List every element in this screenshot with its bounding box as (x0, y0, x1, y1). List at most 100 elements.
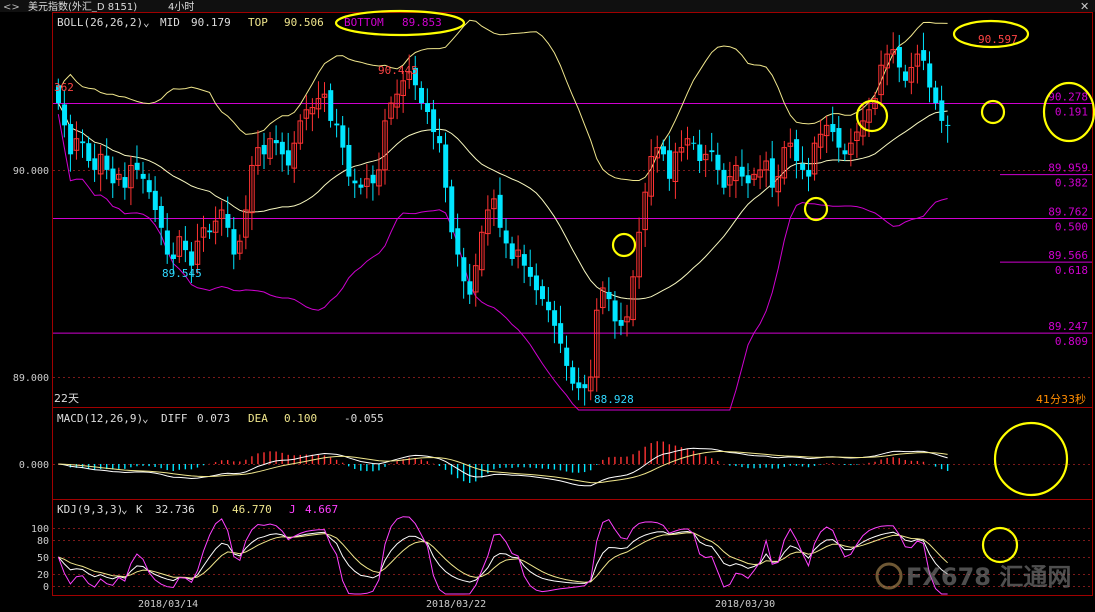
candle-body (933, 87, 939, 104)
kdj-label[interactable]: KDJ(9,3,3) (57, 503, 123, 516)
kdj-tick-label: 50 (37, 553, 49, 564)
boll-mid-label: MID (160, 16, 180, 29)
candle-body (207, 230, 213, 233)
date-tick-label: 2018/03/22 (426, 599, 486, 610)
highlight-annotations (334, 9, 1095, 564)
candle-body (152, 190, 158, 210)
candle-body (612, 300, 618, 322)
candle-body (183, 240, 189, 251)
fib-levels: 90.278 0.191 89.959 0.382 89.762 0.500 89.566 0… (53, 91, 1092, 348)
candle-body (903, 71, 908, 81)
time-axis: 2018/03/14 2018/03/22 2018/03/30 (138, 599, 775, 610)
candle-body (769, 158, 775, 188)
candle-body (896, 46, 902, 68)
kdj-j-label: J (289, 503, 296, 516)
kdj-tick-label: 20 (37, 570, 49, 581)
highlight-circle (803, 196, 829, 222)
candle-body (231, 229, 237, 255)
macd-dea-label: DEA (248, 412, 268, 425)
candle-body (697, 144, 703, 161)
candle-body (721, 169, 727, 188)
candle-body (576, 382, 582, 389)
candle-body (467, 281, 473, 295)
kdj-d-label: D (212, 503, 219, 516)
kdj-axis: 100 80 50 20 0 (31, 524, 49, 593)
candle-body (358, 184, 364, 188)
candle-body (352, 180, 358, 184)
candle-body (830, 124, 836, 133)
candle-body (86, 143, 92, 161)
macd-header: MACD(12,26,9) ⌄ DIFF 0.073 DEA 0.100 -0.… (57, 412, 384, 425)
candle-body (533, 275, 539, 291)
kdj-tick-label: 100 (31, 524, 49, 535)
candle-body (745, 175, 751, 184)
candle-body (68, 124, 74, 155)
candle-body (104, 155, 110, 170)
kdj-header: KDJ(9,3,3) ⌄ K 32.736 D 46.770 J 4.667 (57, 503, 338, 516)
candle-body (273, 140, 279, 144)
kdj-k-label: K (136, 503, 143, 516)
fib-level-ratio: 0.382 (1055, 177, 1088, 190)
candle-body (425, 103, 431, 112)
macd-diff-label: DIFF (161, 412, 188, 425)
candle-body (540, 286, 545, 300)
macd-chart (58, 441, 949, 487)
dropdown-chevron-icon[interactable]: ⌄ (142, 412, 149, 425)
low-label-1: 89.545 (162, 267, 202, 280)
back-forward-icon[interactable]: <> (3, 2, 20, 13)
candle-body (739, 166, 745, 177)
fib-level-price: 89.566 (1048, 249, 1088, 262)
watermark-logo-icon (875, 562, 903, 590)
candle-body (62, 104, 68, 126)
candle-body (527, 267, 533, 277)
left-edge-value: 362 (54, 81, 74, 94)
candle-body (606, 291, 612, 300)
kdj-d-value: 46.770 (232, 503, 272, 516)
period-label[interactable]: 4小时 (168, 1, 194, 13)
price-tick-label: 89.000 (13, 373, 49, 384)
boll-label[interactable]: BOLL(26,26,2) (57, 16, 143, 29)
highlight-circle (611, 232, 637, 258)
candle-body (80, 141, 86, 144)
macd-label[interactable]: MACD(12,26,9) (57, 412, 143, 425)
candle-body (328, 90, 334, 121)
candle-body (455, 228, 461, 255)
candle-body (122, 177, 128, 188)
macd-value: -0.055 (344, 412, 384, 425)
kdj-j-value: 4.667 (305, 503, 338, 516)
boll-header: BOLL(26,26,2) ⌄ MID 90.179 TOP 90.506 BO… (57, 16, 442, 29)
macd-zero-label: 0.000 (19, 460, 49, 471)
highlight-circle (980, 99, 1006, 125)
candle-body (497, 194, 503, 228)
dropdown-chevron-icon[interactable]: ⌄ (143, 16, 150, 29)
macd-dea-value: 0.100 (284, 412, 317, 425)
candle-body (927, 63, 933, 88)
candle-body (503, 230, 509, 244)
window-title: 美元指数(外汇_D 8151) (28, 0, 137, 13)
fib-level-ratio: 0.809 (1055, 335, 1088, 348)
candle-body (158, 205, 164, 228)
kdj-k-value: 32.736 (155, 503, 195, 516)
candle-body (806, 169, 812, 177)
candle-body (170, 254, 176, 259)
candle-body (225, 214, 231, 228)
low-label-2: 88.928 (594, 393, 634, 406)
candle-body (370, 174, 376, 184)
fib-level-ratio: 0.618 (1055, 264, 1088, 277)
candle-body (164, 230, 170, 255)
close-x-icon[interactable]: ✕ (1080, 0, 1089, 13)
candle-body (921, 50, 927, 61)
candle-body (558, 323, 564, 344)
candle-body (509, 243, 515, 259)
kdj-tick-label: 80 (37, 536, 49, 547)
candle-body (800, 163, 806, 170)
candle-body (842, 150, 848, 155)
fib-level-price: 89.959 (1048, 162, 1088, 175)
fib-level-ratio: 0.191 (1055, 106, 1088, 119)
candle-body (582, 384, 588, 389)
boll-top-value: 90.506 (284, 16, 324, 29)
candle-body (667, 150, 673, 179)
dropdown-chevron-icon[interactable]: ⌄ (121, 503, 128, 516)
candle-body (945, 124, 951, 126)
countdown-label: 41分33秒 (1036, 392, 1086, 406)
